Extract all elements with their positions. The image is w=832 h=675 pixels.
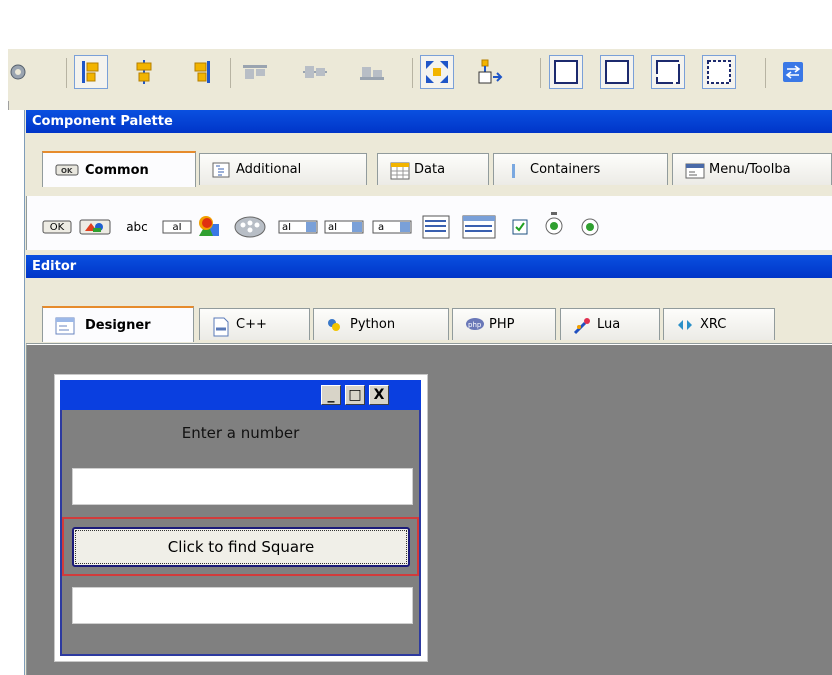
xrc-icon xyxy=(676,317,694,333)
gear-icon[interactable] xyxy=(8,55,32,89)
align-left-icon[interactable] xyxy=(74,55,108,89)
number-input[interactable] xyxy=(72,468,413,505)
component-palette-header: Component Palette xyxy=(26,110,832,133)
palette-choice-label: a xyxy=(378,221,385,233)
lua-icon xyxy=(573,317,591,334)
toolbar-separator xyxy=(765,58,766,88)
palette-listctrl[interactable] xyxy=(461,214,497,240)
palette-static-text[interactable]: abc xyxy=(122,218,152,236)
tab-xrc-label: XRC xyxy=(700,317,727,332)
tab-php[interactable]: php PHP xyxy=(452,308,556,340)
tab-xrc[interactable]: XRC xyxy=(663,308,775,340)
menu-toolbar-icon xyxy=(685,162,705,178)
php-icon: php xyxy=(465,317,484,333)
tab-common[interactable]: OK Common xyxy=(42,151,196,187)
toolbar-separator xyxy=(66,58,67,88)
tab-python[interactable]: Python xyxy=(313,308,449,340)
close-icon[interactable]: X xyxy=(369,385,389,405)
editor-header: Editor xyxy=(26,255,832,278)
left-panel-edge xyxy=(8,110,25,675)
find-square-button[interactable]: Click to find Square xyxy=(72,527,410,567)
tab-menu-toolbar[interactable]: Menu/Toolba xyxy=(672,153,832,185)
palette-button[interactable]: OK xyxy=(42,218,72,236)
align-top-icon[interactable] xyxy=(238,55,272,89)
palette-radio-button[interactable] xyxy=(542,210,566,238)
border-bottom-icon[interactable] xyxy=(702,55,736,89)
tree-list-icon xyxy=(212,162,230,178)
enter-number-label: Enter a number xyxy=(181,424,300,442)
tab-designer[interactable]: Designer xyxy=(42,306,194,342)
palette-choice[interactable]: a xyxy=(372,218,412,236)
maximize-icon[interactable]: □ xyxy=(345,385,365,405)
container-icon xyxy=(506,162,524,178)
border-all-icon[interactable] xyxy=(549,55,583,89)
tab-additional[interactable]: Additional xyxy=(199,153,367,185)
swap-orientation-icon[interactable] xyxy=(776,55,810,89)
palette-combobox-label: aI xyxy=(282,221,292,233)
ok-button-icon: OK xyxy=(55,162,79,178)
tab-additional-label: Additional xyxy=(236,162,302,177)
tab-cpp[interactable]: C++ xyxy=(199,308,310,340)
svg-text:php: php xyxy=(468,321,482,329)
tab-common-label: Common xyxy=(85,162,149,178)
tab-designer-label: Designer xyxy=(85,317,151,333)
palette-radio-box[interactable] xyxy=(578,218,602,236)
toolbar-separator xyxy=(230,58,231,88)
tab-data-label: Data xyxy=(414,162,446,177)
svg-text:OK: OK xyxy=(61,167,73,175)
tab-cpp-label: C++ xyxy=(236,317,267,332)
palette-combobox[interactable]: aI xyxy=(278,218,318,236)
result-output[interactable] xyxy=(72,587,413,624)
palette-bitmap-combobox[interactable]: aI xyxy=(324,218,364,236)
border-right-icon[interactable] xyxy=(651,55,685,89)
align-bottom-icon[interactable] xyxy=(355,55,389,89)
grid-icon xyxy=(390,162,410,179)
minimize-icon[interactable]: _ xyxy=(321,385,341,405)
cpp-file-icon xyxy=(212,317,230,336)
align-center-icon[interactable] xyxy=(127,55,161,89)
palette-bitmap-button[interactable] xyxy=(78,218,112,236)
palette-button-label: OK xyxy=(49,221,65,233)
palette-bitmap[interactable] xyxy=(195,216,223,236)
palette-text-ctrl-label: aI xyxy=(172,221,182,233)
align-middle-icon[interactable] xyxy=(298,55,332,89)
palette-listbox[interactable] xyxy=(421,214,451,240)
toolbar-separator xyxy=(412,58,413,88)
palette-bitmap-combobox-label: aI xyxy=(328,221,338,233)
python-icon xyxy=(326,317,344,333)
palette-text-ctrl[interactable]: aI xyxy=(162,218,192,236)
tab-lua[interactable]: Lua xyxy=(560,308,660,340)
stretch-icon[interactable] xyxy=(473,55,507,89)
designer-icon xyxy=(55,317,75,335)
palette-checkbox[interactable] xyxy=(508,218,532,236)
tab-lua-label: Lua xyxy=(597,317,621,332)
tab-php-label: PHP xyxy=(489,317,515,332)
tab-menu-toolbar-label: Menu/Toolba xyxy=(709,162,791,177)
tab-data[interactable]: Data xyxy=(377,153,489,185)
palette-animation[interactable] xyxy=(232,216,268,238)
tab-python-label: Python xyxy=(350,317,396,332)
expand-icon[interactable] xyxy=(420,55,454,89)
tab-containers-label: Containers xyxy=(530,162,601,177)
toolbar-separator xyxy=(540,58,541,88)
align-right-icon[interactable] xyxy=(184,55,218,89)
tab-containers[interactable]: Containers xyxy=(493,153,668,185)
preview-titlebar xyxy=(60,380,421,410)
border-left-icon[interactable] xyxy=(600,55,634,89)
